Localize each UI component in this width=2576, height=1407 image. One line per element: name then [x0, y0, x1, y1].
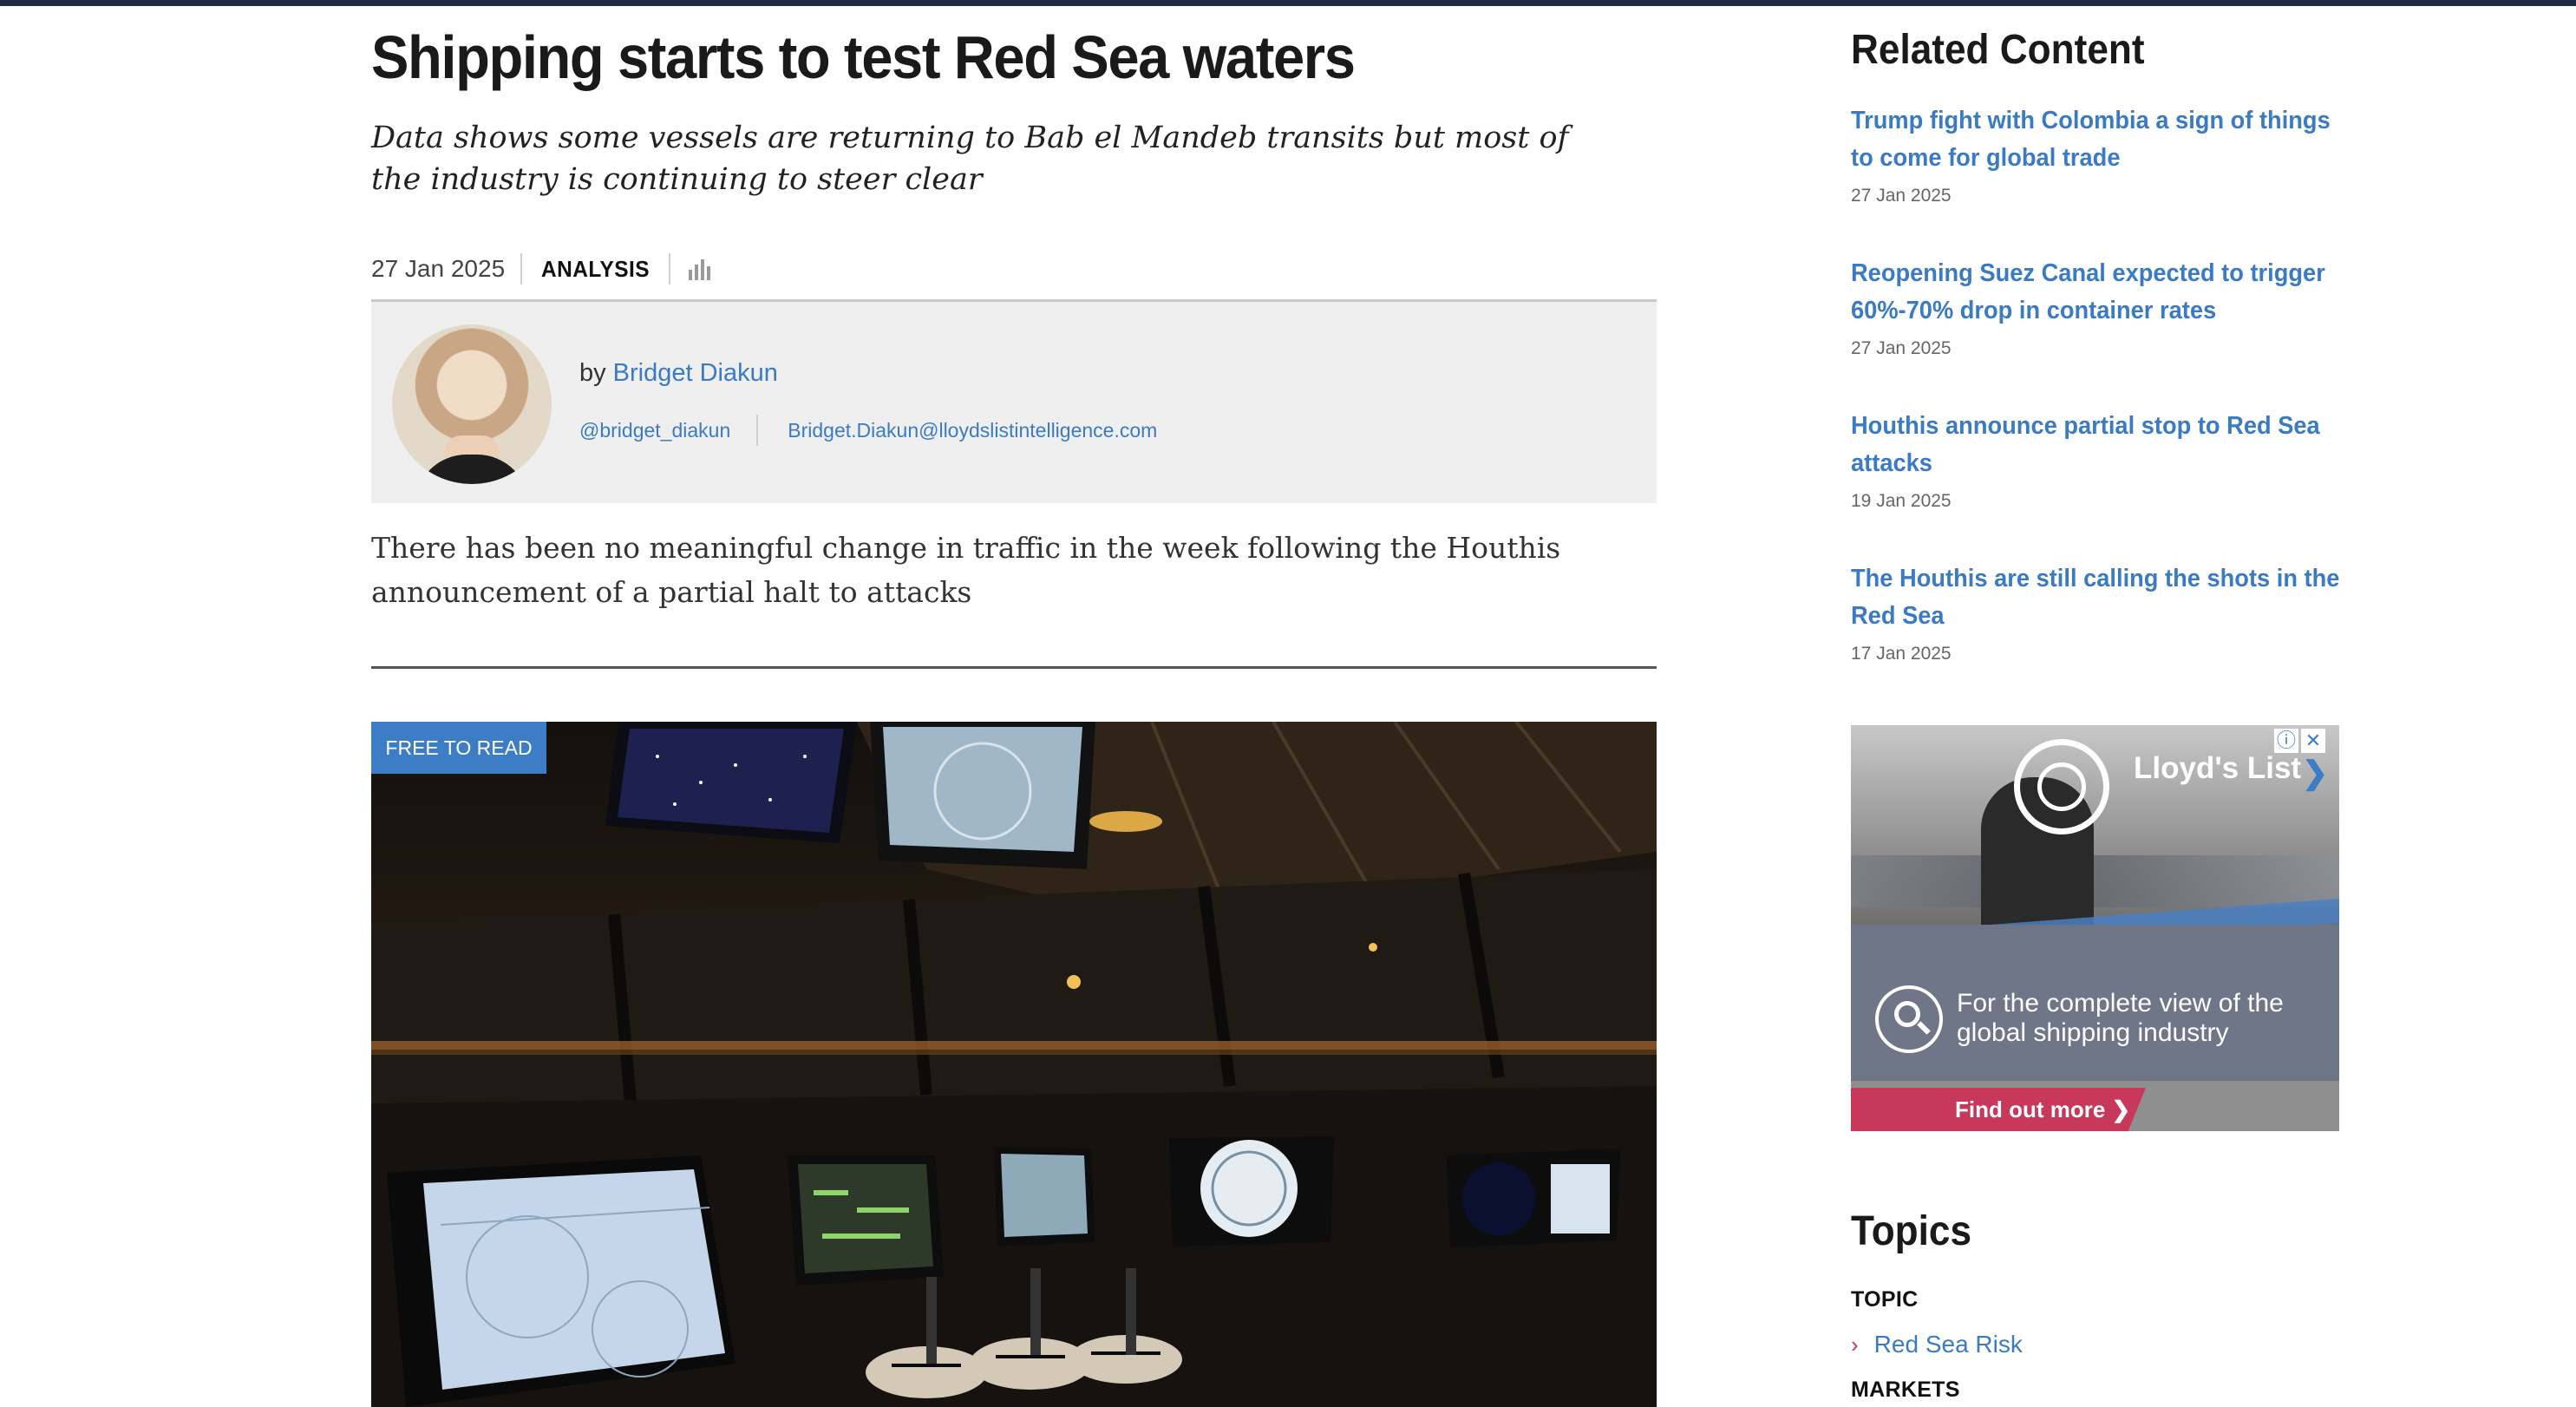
related-content-heading: Related Content	[1851, 27, 2145, 73]
related-item: Trump fight with Colombia a sign of thin…	[1851, 102, 2337, 206]
author-box: by Bridget Diakun @bridget_diakun Bridget…	[371, 302, 1657, 503]
free-to-read-badge: FREE TO READ	[371, 722, 546, 774]
author-twitter-link[interactable]: @bridget_diakun	[579, 419, 730, 442]
hero-image: FREE TO READ	[371, 722, 1657, 1407]
find-out-more-button[interactable]: Find out more ❯	[1851, 1088, 2146, 1131]
author-contacts: @bridget_diakun Bridget.Diakun@lloydslis…	[579, 415, 1157, 446]
author-avatar[interactable]	[392, 324, 552, 484]
related-item: Houthis announce partial stop to Red Sea…	[1851, 408, 2337, 512]
contact-divider	[756, 415, 759, 446]
byline: by Bridget Diakun	[579, 359, 778, 388]
markets-label: MARKETS	[1851, 1378, 1960, 1402]
related-item-link[interactable]: Reopening Suez Canal expected to trigger…	[1851, 255, 2340, 330]
related-item: The Houthis are still calling the shots …	[1851, 560, 2340, 664]
topics-heading: Topics	[1851, 1208, 1972, 1254]
ad-copy: For the complete view of the global ship…	[1957, 989, 2284, 1047]
related-item-date: 19 Jan 2025	[1851, 491, 1952, 511]
divider	[371, 666, 1657, 669]
meta-divider	[520, 253, 523, 285]
topic-link-red-sea-risk[interactable]: › Red Sea Risk	[1851, 1331, 2023, 1358]
byline-prefix: by	[579, 359, 606, 387]
lloyds-list-logo-icon	[2014, 739, 2109, 834]
article-headline: Shipping starts to test Red Sea waters	[371, 23, 1356, 91]
related-item-date: 27 Jan 2025	[1851, 338, 1952, 358]
related-item-date: 27 Jan 2025	[1851, 186, 1952, 206]
topic-label: TOPIC	[1851, 1287, 1919, 1312]
article-date: 27 Jan 2025	[371, 255, 506, 282]
ad-close-icon[interactable]: ✕	[2301, 729, 2325, 753]
ad-city-skyline	[1851, 855, 2339, 907]
related-item-link[interactable]: Houthis announce partial stop to Red Sea…	[1851, 408, 2340, 482]
advertisement-banner[interactable]: Lloyd's List ❯ ⓘ ✕ For the complete view…	[1851, 725, 2339, 1131]
search-icon	[1875, 985, 1943, 1053]
bar-chart-icon[interactable]	[688, 258, 712, 280]
top-border	[0, 0, 2576, 6]
related-item: Reopening Suez Canal expected to trigger…	[1851, 255, 2337, 359]
related-item-date: 17 Jan 2025	[1851, 644, 1952, 664]
author-email-link[interactable]: Bridget.Diakun@lloydslistintelligence.co…	[788, 419, 1157, 442]
ship-bridge-photo	[371, 722, 1657, 1407]
ad-brand-name: Lloyd's List	[2134, 751, 2302, 785]
ad-info-icon[interactable]: ⓘ	[2274, 729, 2298, 753]
author-name-link[interactable]: Bridget Diakun	[613, 359, 778, 387]
article-standfirst: Data shows some vessels are returning to…	[371, 121, 1569, 197]
chevron-right-icon: ❯	[2302, 755, 2329, 790]
related-item-link[interactable]: Trump fight with Colombia a sign of thin…	[1851, 102, 2340, 177]
article-type-label[interactable]: ANALYSIS	[526, 256, 664, 283]
ad-controls: ⓘ ✕	[2272, 729, 2325, 753]
meta-divider	[669, 253, 671, 285]
topic-link-label: Red Sea Risk	[1873, 1331, 2023, 1358]
chevron-right-icon: ›	[1851, 1331, 1859, 1358]
article-meta: 27 Jan 2025 ANALYSIS	[371, 252, 712, 286]
related-item-link[interactable]: The Houthis are still calling the shots …	[1851, 560, 2340, 635]
article-summary: There has been no meaningful change in t…	[371, 531, 1561, 609]
